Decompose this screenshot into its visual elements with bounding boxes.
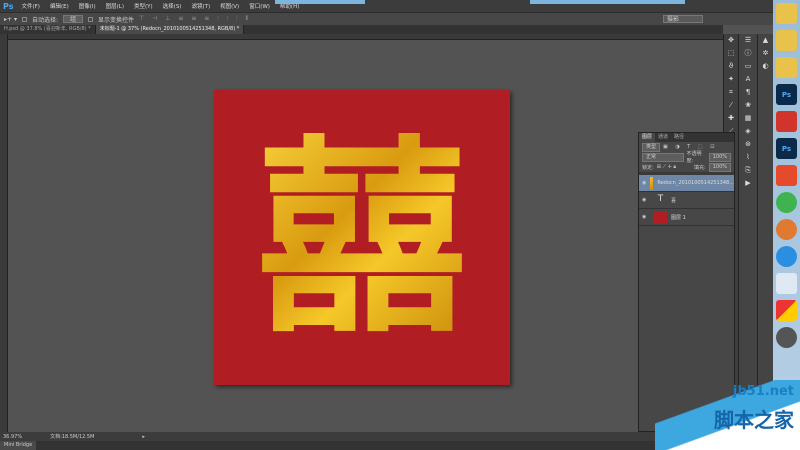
status-arrow-icon[interactable]: ▸ xyxy=(142,434,145,440)
align-icons[interactable]: ⊤ ⊣ ⊥ ≡ ≡ ≡ ⫶ ⫶ ⫶ ⦀ xyxy=(139,15,251,23)
menu-filter[interactable]: 滤镜(T) xyxy=(191,2,210,10)
tab-untitled-1[interactable]: 未标题-1 @ 37% (Redocn_2010100514251348, RG… xyxy=(95,25,245,34)
photoshop-taskbar-icon[interactable]: Ps xyxy=(776,84,797,105)
menu-image[interactable]: 图像(I) xyxy=(79,2,96,10)
character-icon[interactable]: A xyxy=(739,73,757,86)
auto-select-dropdown[interactable]: 组 xyxy=(63,15,84,23)
photoshop-taskbar-icon[interactable]: Ps xyxy=(776,138,797,159)
browser-taskbar-icon[interactable] xyxy=(776,246,797,267)
color-picker-taskbar-icon[interactable] xyxy=(776,327,797,348)
layers-icon[interactable]: ◈ xyxy=(739,125,757,138)
layer-filter-dropdown[interactable]: 类型 xyxy=(642,142,661,152)
background-window xyxy=(530,0,685,4)
info-icon[interactable]: ⓘ xyxy=(739,47,757,60)
ruler-vertical xyxy=(0,34,8,432)
crop-tool-icon[interactable]: ⌗ xyxy=(724,86,738,99)
histogram-icon[interactable]: ▲ xyxy=(758,34,773,47)
move-tool-icon[interactable]: ▸+ ▾ xyxy=(4,16,17,23)
auto-select-label: 自动选择: xyxy=(31,16,58,24)
auto-select-checkbox[interactable] xyxy=(21,16,27,22)
layer-name: 图层 1 xyxy=(671,214,686,221)
blend-mode-dropdown[interactable]: 正常 xyxy=(642,152,684,162)
swatches-icon[interactable]: ▦ xyxy=(739,112,757,125)
mini-bridge-tab[interactable]: Mini Bridge xyxy=(0,441,37,450)
document-tabs: H.psd @ 37.8% (喜迎新年, RGB/8) * 未标题-1 @ 37… xyxy=(0,25,723,34)
menu-window[interactable]: 窗口(W) xyxy=(249,2,270,10)
layer-row[interactable]: ◉ 图层 1 xyxy=(639,209,734,226)
layer-thumbnail xyxy=(650,176,654,190)
actions-icon[interactable]: ▶ xyxy=(739,177,757,190)
folder-icon[interactable] xyxy=(776,30,797,51)
paragraph-icon[interactable]: ¶ xyxy=(739,86,757,99)
tab-paths[interactable]: 路径 xyxy=(671,133,687,142)
workspace-dropdown[interactable]: 摄影 xyxy=(663,15,703,23)
opacity-label: 不透明度: xyxy=(686,151,702,164)
status-bar: 36.97% 文档:18.5M/12.5M ▸ xyxy=(0,432,723,441)
eye-icon[interactable]: ◉ xyxy=(642,197,650,203)
marquee-tool-icon[interactable]: ⬚ xyxy=(724,47,738,60)
layer-thumbnail xyxy=(654,210,667,224)
menu-layer[interactable]: 图层(L) xyxy=(106,2,124,10)
watermark: jb51.net 脚本之家 xyxy=(655,380,800,450)
tab-h-psd[interactable]: H.psd @ 37.8% (喜迎新年, RGB/8) * xyxy=(0,25,96,34)
healing-brush-icon[interactable]: ✚ xyxy=(724,112,738,125)
watermark-url: jb51.net xyxy=(732,384,794,399)
eyedropper-icon[interactable]: ⁄ xyxy=(724,99,738,112)
background-window xyxy=(275,0,365,4)
panel-dock: ☰ ⓘ ▭ A ¶ ❀ ▦ ◈ ⊛ ⌇ ⎘ ▶ xyxy=(738,34,757,432)
app-taskbar-icon[interactable] xyxy=(776,165,797,186)
app-taskbar-icon[interactable] xyxy=(776,300,797,321)
brush-presets-icon[interactable]: ❀ xyxy=(739,99,757,112)
navigator-icon[interactable]: ✲ xyxy=(758,47,773,60)
layer-name: Redocn_2010100514251348... xyxy=(657,180,734,186)
app-taskbar-icon[interactable] xyxy=(776,219,797,240)
tab-layers[interactable]: 图层 xyxy=(639,133,656,142)
layer-row[interactable]: ◉ Redocn_2010100514251348... xyxy=(639,175,734,192)
fill-label: 填充: xyxy=(694,164,706,171)
folder-icon[interactable] xyxy=(776,57,797,78)
opacity-input[interactable]: 100% xyxy=(708,152,731,162)
ruler-horizontal xyxy=(8,34,723,40)
zoom-level[interactable]: 36.97% xyxy=(3,434,22,440)
options-bar: ▸+ ▾ 自动选择: 组 显示变换控件 ⊤ ⊣ ⊥ ≡ ≡ ≡ ⫶ ⫶ ⫶ ⦀ xyxy=(0,12,773,25)
menu-select[interactable]: 选择(S) xyxy=(163,2,182,10)
folder-icon[interactable] xyxy=(776,3,797,24)
text-layer-icon: T xyxy=(657,193,664,204)
lock-label: 锁定: xyxy=(642,164,654,171)
menu-type[interactable]: 类型(Y) xyxy=(134,2,153,10)
notes-icon[interactable]: ⎘ xyxy=(739,164,757,177)
document-canvas[interactable]: 囍 xyxy=(214,90,510,385)
eye-icon[interactable]: ◉ xyxy=(642,180,646,186)
photoshop-logo: Ps xyxy=(3,1,14,11)
menu-view[interactable]: 视图(V) xyxy=(220,2,239,10)
adjustments-icon[interactable]: ◐ xyxy=(758,60,773,73)
paths-icon[interactable]: ⌇ xyxy=(739,151,757,164)
lasso-tool-icon[interactable]: ϑ xyxy=(724,60,738,73)
channels-icon[interactable]: ⊛ xyxy=(739,138,757,151)
layer-name: 喜 xyxy=(671,197,677,204)
doc-size: 文档:18.5M/12.5M xyxy=(50,434,95,440)
history-icon[interactable]: ☰ xyxy=(739,34,757,47)
magic-wand-icon[interactable]: ✦ xyxy=(724,73,738,86)
show-transform-label: 显示变换控件 xyxy=(98,16,135,24)
properties-icon[interactable]: ▭ xyxy=(739,60,757,73)
lock-icons[interactable]: ⊞ ⟋ ✛ 🔒︎ xyxy=(657,164,676,170)
menu-edit[interactable]: 编辑(E) xyxy=(50,2,69,10)
chat-taskbar-icon[interactable] xyxy=(776,273,797,294)
layer-row[interactable]: ◉ T 喜 xyxy=(639,192,734,209)
app-taskbar-icon[interactable] xyxy=(776,111,797,132)
move-tool-icon[interactable]: ✥ xyxy=(724,34,738,47)
eye-icon[interactable]: ◉ xyxy=(642,214,650,220)
menu-file[interactable]: 文件(F) xyxy=(21,2,39,10)
show-transform-checkbox[interactable] xyxy=(88,16,94,22)
watermark-name: 脚本之家 xyxy=(714,408,794,432)
fill-input[interactable]: 100% xyxy=(708,162,731,172)
tab-channels[interactable]: 通道 xyxy=(655,133,671,142)
app-taskbar-icon[interactable] xyxy=(776,192,797,213)
panel-dock-2: ▲ ✲ ◐ xyxy=(757,34,773,432)
double-happiness-glyph: 囍 xyxy=(256,113,467,361)
